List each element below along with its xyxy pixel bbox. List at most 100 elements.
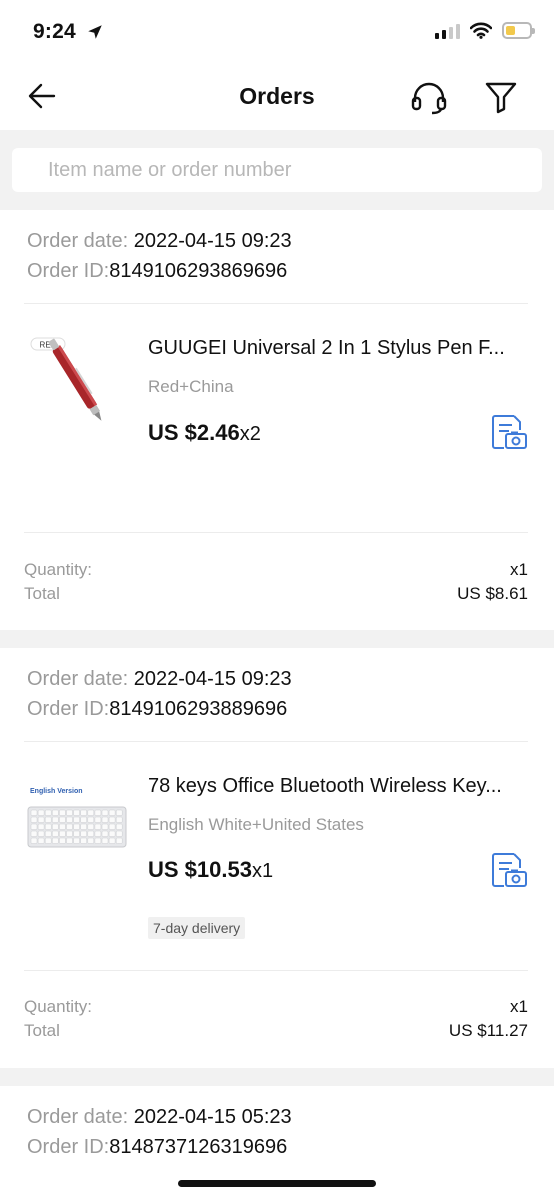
product-thumbnail-stylus[interactable]: RED [26,328,128,430]
keyboard-key [80,809,87,816]
keyboard-key [52,830,59,837]
order-date-label: Order date: [27,1106,134,1128]
keyboard-key [66,809,73,816]
order-date-line: Order date: 2022-04-15 05:23 [27,1106,292,1129]
keyboard-key [87,809,94,816]
order-id-label: Order ID: [27,260,110,282]
price-value: US $10.53 [148,857,252,882]
keyboard-key [30,830,38,837]
keyboard-key [87,823,94,830]
keyboard-key [66,823,73,830]
status-indicators [435,22,535,39]
quantity-label: Quantity: [24,997,93,1016]
keyboard-image: English Version [26,773,128,875]
keyboard-key [37,809,45,816]
keyboard-key [30,816,38,823]
home-indicator[interactable] [178,1180,376,1187]
keyboard-key [37,837,45,844]
filter-icon[interactable] [484,80,518,114]
order-separator [0,630,554,648]
search-area [0,130,554,210]
total-label: Total [24,1021,60,1040]
keyboard-key [87,830,94,837]
item-qty: x1 [251,860,274,882]
product-thumbnail-keyboard[interactable]: English Version [26,773,128,875]
price-value: US $2.46 [148,420,240,445]
order-date-line: Order date: 2022-04-15 09:23 [27,230,292,253]
keyboard-key [73,830,80,837]
keyboard-key [87,837,94,844]
keyboard-key [94,830,102,837]
wifi-icon [470,22,492,39]
quantity-value: x1 [510,997,528,1016]
order-card[interactable]: Order date: 2022-04-15 09:23 Order ID:81… [0,210,554,630]
search-input[interactable] [12,148,542,192]
total-value: US $11.27 [448,1021,528,1040]
keyboard-key [59,823,66,830]
keyboard-key [108,816,116,823]
keyboard-key [115,809,123,816]
product-name[interactable]: GUUGEI Universal 2 In 1 Stylus Pen F... [148,337,534,360]
divider [24,303,528,304]
photo-review-icon[interactable] [490,851,528,889]
keyboard-key [37,823,45,830]
keyboard-key [52,809,59,816]
order-id-line: Order ID:8149106293889696 [27,698,287,721]
keyboard-key [45,837,52,844]
product-price: US $10.53x1 [148,857,273,883]
keyboard-key [73,809,80,816]
keyboard-key [101,816,109,823]
keyboard-key [45,809,52,816]
headset-icon[interactable] [410,80,448,116]
keyboard-key [108,837,116,844]
order-id-value[interactable]: 8148737126319696 [109,1136,287,1158]
item-qty: x2 [239,423,261,445]
order-id-value[interactable]: 8149106293889696 [109,698,287,720]
keyboard-key [80,830,87,837]
order-id-value[interactable]: 8149106293869696 [109,260,287,282]
keyboard-key [66,816,73,823]
keyboard-key [45,823,52,830]
keyboard-key [73,837,80,844]
divider [24,970,528,971]
keyboard-key [52,823,59,830]
keyboard-key [108,830,116,837]
order-separator [0,1068,554,1086]
battery-low-icon [502,22,535,39]
keyboard-key [115,837,123,844]
keyboard-key [73,816,80,823]
status-time: 9:24 [33,20,76,43]
order-date-label: Order date: [27,668,134,690]
keyboard-key [101,830,109,837]
keyboard-key [59,830,66,837]
keyboard-key [115,823,123,830]
product-name[interactable]: 78 keys Office Bluetooth Wireless Key... [148,775,534,798]
keyboard-key [37,830,45,837]
divider [24,532,528,533]
keyboard-key [94,823,102,830]
order-id-line: Order ID:8149106293869696 [27,260,287,283]
photo-review-icon[interactable] [490,413,528,451]
quantity-value: x1 [510,560,528,579]
keyboard-key [59,809,66,816]
keyboard-key [80,823,87,830]
keyboard-key [59,837,66,844]
location-arrow-icon [88,25,102,39]
page-title: Orders [239,83,315,109]
keyboard-key [45,816,52,823]
order-id-line: Order ID:8148737126319696 [27,1136,287,1159]
keyboard-key [66,837,73,844]
nav-bar: Orders [0,66,554,130]
keyboard-key [30,837,38,844]
keyboard-key [73,823,80,830]
stylus-pen-image: RED [26,328,128,430]
keyboard-key [30,809,38,816]
keyboard-key [80,816,87,823]
order-card[interactable]: Order date: 2022-04-15 09:23 Order ID:81… [0,648,554,1068]
product-variant: Red+China [148,377,234,396]
keyboard-key [115,816,123,823]
order-date-label: Order date: [27,230,134,252]
keyboard-key [52,816,59,823]
keyboard-key [52,837,59,844]
keyboard-key [80,837,87,844]
